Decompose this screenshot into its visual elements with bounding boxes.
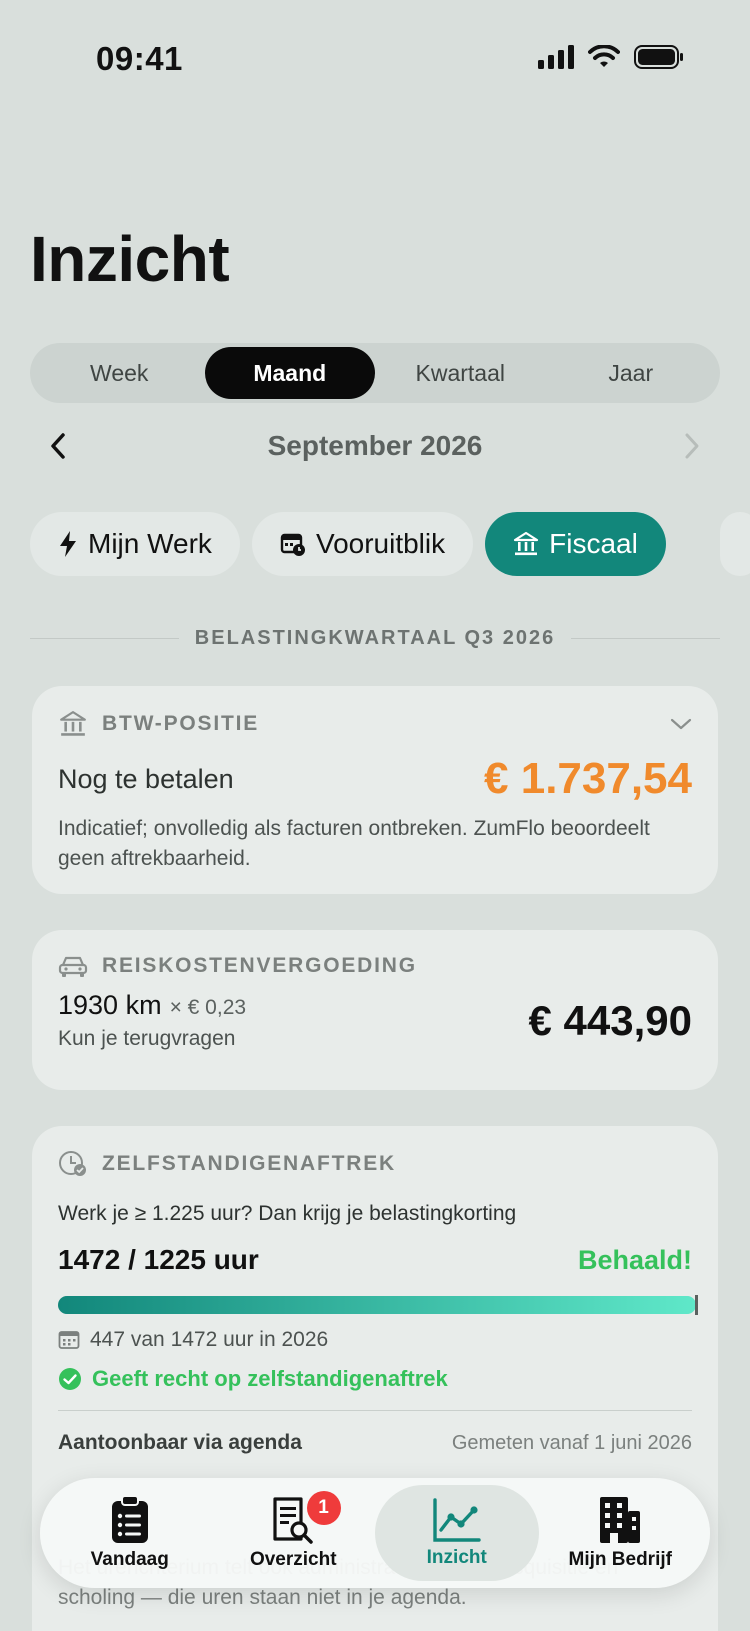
btw-title: BTW-POSITIE — [102, 712, 260, 735]
bank-icon — [60, 711, 86, 736]
reiskosten-rate: × € 0,23 — [169, 996, 247, 1019]
clock-check-icon — [59, 1151, 86, 1176]
btw-amount: € 1.737,54 — [484, 754, 692, 803]
period-navigation: September 2026 — [30, 418, 720, 474]
page-title: Inzicht — [30, 223, 230, 295]
section-header: BELASTINGKWARTAAL Q3 2026 — [30, 627, 721, 650]
progress-target-marker — [695, 1295, 698, 1315]
chip-label: Mijn Werk — [88, 528, 212, 559]
tab-inzicht[interactable]: Inzicht — [375, 1485, 539, 1581]
battery-icon — [634, 45, 683, 69]
line-chart-icon — [433, 1498, 481, 1542]
notification-badge: 1 — [306, 1491, 341, 1525]
hours-progress-fill — [58, 1296, 696, 1314]
period-label: September 2026 — [267, 430, 483, 461]
car-icon — [58, 956, 88, 977]
chip-label: Fiscaal — [549, 528, 638, 559]
chip-vooruitblik[interactable]: Vooruitblik — [251, 512, 474, 576]
bank-icon — [514, 531, 539, 556]
hours-progress-bar — [58, 1295, 698, 1315]
zelfstandigenaftrek-title: ZELFSTANDIGENAFTREK — [102, 1152, 396, 1175]
calendar-icon — [58, 1331, 80, 1349]
tab-label: Inzicht — [426, 1547, 487, 1568]
chip-mijn-werk[interactable]: Mijn Werk — [30, 512, 240, 576]
section-title: BELASTINGKWARTAAL Q3 2026 — [194, 627, 556, 649]
zelfstandigenaftrek-status: Behaald! — [577, 1244, 692, 1275]
segment-week[interactable]: Week — [34, 347, 205, 399]
tab-overzicht[interactable]: Overzicht 1 — [212, 1485, 376, 1581]
tab-bar: Vandaag Overzicht 1 Inzicht Mijn Bedrijf — [40, 1478, 710, 1588]
chip-label: Vooruitblik — [315, 528, 446, 559]
btw-note: Indicatief; onvolledig als facturen ontb… — [58, 817, 650, 870]
chip-fiscaal[interactable]: Fiscaal — [485, 512, 666, 576]
wifi-icon — [588, 45, 620, 67]
year-hours-note: 447 van 1472 uur in 2026 — [90, 1328, 329, 1351]
btw-card-header: BTW-POSITIE — [58, 710, 692, 738]
tab-label: Overzicht — [249, 1549, 337, 1570]
bolt-icon — [60, 531, 76, 557]
calendar-clock-icon — [280, 533, 305, 556]
previous-period-button[interactable] — [30, 418, 86, 474]
segment-maand[interactable]: Maand — [204, 347, 375, 399]
building-icon — [600, 1497, 641, 1543]
reiskosten-card-header: REISKOSTENVERGOEDING — [58, 954, 692, 978]
clipboard-list-icon — [111, 1495, 148, 1543]
entitled-note: Geeft recht op zelfstandigenaftrek — [92, 1366, 448, 1391]
category-chips: Mijn Werk Vooruitblik Fiscaal — [30, 512, 666, 576]
tab-label: Mijn Bedrijf — [568, 1549, 672, 1570]
zelfstandigenaftrek-question: Werk je ≥ 1.225 uur? Dan krijg je belast… — [58, 1202, 517, 1225]
segment-jaar[interactable]: Jaar — [546, 347, 717, 399]
reiskosten-sub: Kun je terugvragen — [58, 1027, 236, 1050]
reiskosten-card[interactable]: REISKOSTENVERGOEDING 1930 km × € 0,23 Ku… — [32, 930, 718, 1090]
tab-label: Vandaag — [90, 1549, 169, 1570]
divider — [58, 1410, 692, 1411]
chip-overflow[interactable] — [720, 512, 750, 576]
agenda-label: Aantoonbaar via agenda — [58, 1431, 302, 1454]
tab-mijn-bedrijf[interactable]: Mijn Bedrijf — [539, 1485, 703, 1581]
agenda-measured: Gemeten vanaf 1 juni 2026 — [451, 1431, 692, 1454]
divider — [571, 638, 721, 639]
reiskosten-title: REISKOSTENVERGOEDING — [102, 954, 417, 977]
reiskosten-amount: € 443,90 — [528, 996, 693, 1044]
signal-icon — [538, 45, 574, 69]
btw-card[interactable]: BTW-POSITIE Nog te betalen € 1.737,54 In… — [32, 686, 718, 894]
chevron-right-icon — [685, 433, 699, 459]
zelfstandigenaftrek-card-header: ZELFSTANDIGENAFTREK — [58, 1150, 692, 1178]
status-icons — [538, 44, 684, 70]
btw-label: Nog te betalen — [58, 763, 234, 794]
reiskosten-km: 1930 km — [58, 990, 162, 1020]
chevron-left-icon — [51, 433, 65, 459]
zelfstandigenaftrek-hours: 1472 / 1225 uur — [58, 1244, 259, 1275]
segment-kwartaal[interactable]: Kwartaal — [375, 347, 546, 399]
tab-vandaag[interactable]: Vandaag — [48, 1485, 212, 1581]
divider — [30, 638, 179, 639]
chevron-down-icon[interactable] — [670, 717, 692, 731]
status-time: 09:41 — [96, 40, 183, 77]
check-circle-icon — [59, 1368, 81, 1390]
period-segmented-control: Week Maand Kwartaal Jaar — [30, 343, 720, 403]
next-period-button[interactable] — [664, 418, 720, 474]
